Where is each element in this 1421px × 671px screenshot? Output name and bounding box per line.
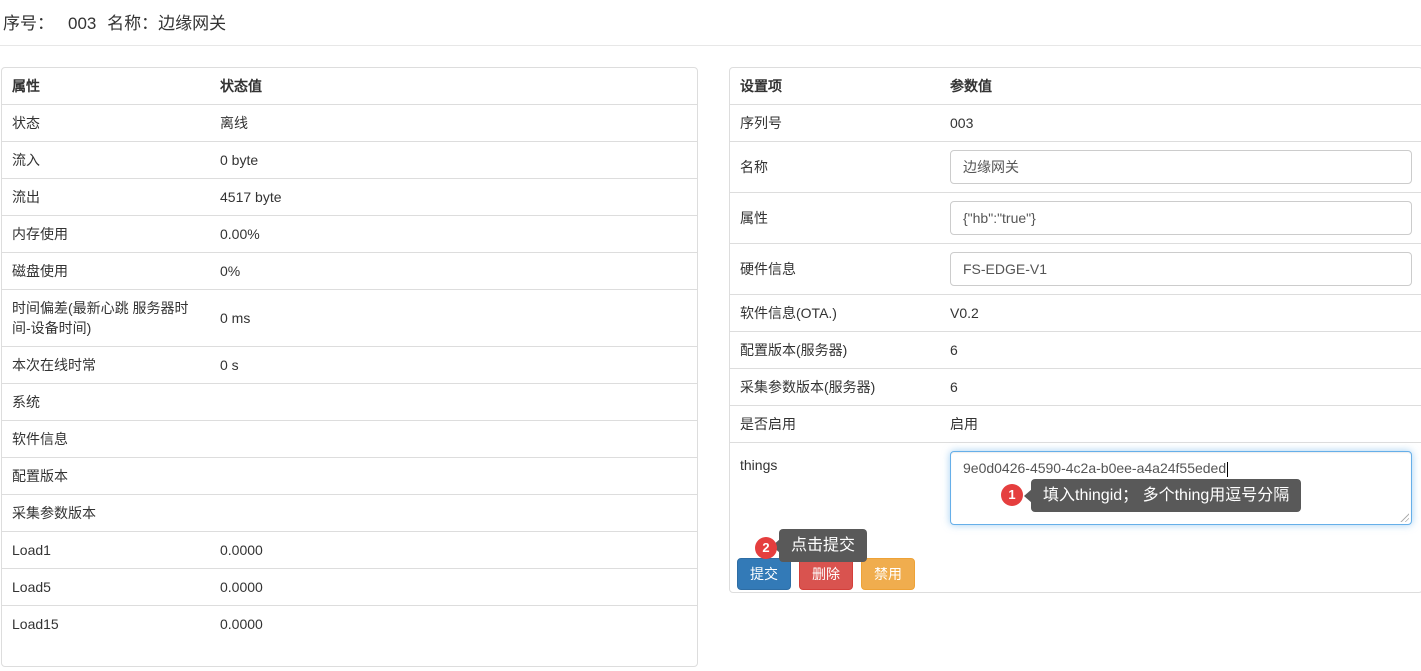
status-row-time-offset: 时间偏差(最新心跳 服务器时间-设备时间)0 ms <box>2 290 697 347</box>
status-row-state: 状态离线 <box>2 105 697 142</box>
delete-button[interactable]: 删除 <box>799 558 853 590</box>
row-label: 配置版本 <box>2 458 210 495</box>
row-label: 软件信息 <box>2 421 210 458</box>
status-row-load5: Load50.0000 <box>2 569 697 606</box>
row-value: 0 byte <box>210 142 697 179</box>
step-2-tooltip: 点击提交 <box>779 529 867 562</box>
row-label: 磁盘使用 <box>2 253 210 290</box>
status-row-software: 软件信息 <box>2 421 697 458</box>
serial-value: 003 <box>68 14 96 33</box>
status-panel: 属性 状态值 状态离线 流入0 byte 流出4517 byte 内存使用0.0… <box>1 67 698 667</box>
row-value: 0% <box>210 253 697 290</box>
status-table-header: 属性 状态值 <box>2 68 697 105</box>
row-value: 4517 byte <box>210 179 697 216</box>
row-label: 属性 <box>730 193 940 244</box>
row-label: 流出 <box>2 179 210 216</box>
step-2-badge: 2 <box>755 537 777 559</box>
status-row-online-duration: 本次在线时常0 s <box>2 347 697 384</box>
attributes-input[interactable] <box>950 201 1412 235</box>
status-row-disk: 磁盘使用0% <box>2 253 697 290</box>
row-label: things <box>730 443 940 534</box>
row-value: 0.0000 <box>210 569 697 606</box>
row-value: 0.0000 <box>210 532 697 569</box>
status-row-collect-version: 采集参数版本 <box>2 495 697 532</box>
row-label: 采集参数版本 <box>2 495 210 532</box>
name-label: 名称： <box>107 14 158 33</box>
row-label: 流入 <box>2 142 210 179</box>
name-input[interactable] <box>950 150 1412 184</box>
row-value: 6 <box>940 332 1421 369</box>
status-col-attribute: 属性 <box>2 68 210 105</box>
row-label: 系统 <box>2 384 210 421</box>
row-label: Load15 <box>2 606 210 643</box>
row-value: 0.00% <box>210 216 697 253</box>
status-row-outflow: 流出4517 byte <box>2 179 697 216</box>
row-label: 状态 <box>2 105 210 142</box>
page-title: 序号： 003 名称：边缘网关 <box>0 0 1421 46</box>
settings-row-serial: 序列号 003 <box>730 105 1421 142</box>
row-label: 内存使用 <box>2 216 210 253</box>
row-label: 采集参数版本(服务器) <box>730 369 940 406</box>
status-row-load1: Load10.0000 <box>2 532 697 569</box>
settings-row-config-version: 配置版本(服务器) 6 <box>730 332 1421 369</box>
row-value: V0.2 <box>940 295 1421 332</box>
row-value: 0 s <box>210 347 697 384</box>
serial-label: 序号： <box>3 14 54 33</box>
settings-col-item: 设置项 <box>730 68 940 105</box>
settings-row-enabled: 是否启用 启用 <box>730 406 1421 443</box>
row-label: 软件信息(OTA.) <box>730 295 940 332</box>
text-caret <box>1227 462 1228 477</box>
row-value: 6 <box>940 369 1421 406</box>
step-1-badge: 1 <box>1001 484 1023 506</box>
settings-panel: 设置项 参数值 序列号 003 名称 属性 硬件信息 软件信息(OTA.) <box>729 67 1421 593</box>
hardware-input[interactable] <box>950 252 1412 286</box>
settings-col-value: 参数值 <box>940 68 1421 105</box>
settings-table: 设置项 参数值 序列号 003 名称 属性 硬件信息 软件信息(OTA.) <box>730 68 1421 533</box>
row-label: 硬件信息 <box>730 244 940 295</box>
row-label: 配置版本(服务器) <box>730 332 940 369</box>
settings-row-collect-version: 采集参数版本(服务器) 6 <box>730 369 1421 406</box>
status-table: 属性 状态值 状态离线 流入0 byte 流出4517 byte 内存使用0.0… <box>2 68 697 642</box>
row-label: 是否启用 <box>730 406 940 443</box>
row-value <box>210 458 697 495</box>
status-row-config-version: 配置版本 <box>2 458 697 495</box>
row-label: 名称 <box>730 142 940 193</box>
row-label: Load5 <box>2 569 210 606</box>
row-label: 时间偏差(最新心跳 服务器时间-设备时间) <box>2 290 210 347</box>
status-row-system: 系统 <box>2 384 697 421</box>
settings-table-header: 设置项 参数值 <box>730 68 1421 105</box>
resize-handle-icon[interactable] <box>1399 512 1409 522</box>
submit-button[interactable]: 提交 <box>737 558 791 590</box>
row-value <box>210 384 697 421</box>
status-row-memory: 内存使用0.00% <box>2 216 697 253</box>
name-value: 边缘网关 <box>158 14 226 33</box>
settings-row-name: 名称 <box>730 142 1421 193</box>
disable-button[interactable]: 禁用 <box>861 558 915 590</box>
settings-row-software-ota: 软件信息(OTA.) V0.2 <box>730 295 1421 332</box>
status-row-inflow: 流入0 byte <box>2 142 697 179</box>
status-col-value: 状态值 <box>210 68 697 105</box>
row-value: 0.0000 <box>210 606 697 643</box>
row-value: 离线 <box>210 105 697 142</box>
row-value: 003 <box>940 105 1421 142</box>
row-label: 本次在线时常 <box>2 347 210 384</box>
row-label: 序列号 <box>730 105 940 142</box>
things-value: 9e0d0426-4590-4c2a-b0ee-a4a24f55eded <box>963 460 1226 476</box>
row-value <box>210 421 697 458</box>
row-value <box>210 495 697 532</box>
status-row-load15: Load150.0000 <box>2 606 697 643</box>
row-value: 启用 <box>940 406 1421 443</box>
settings-row-hardware: 硬件信息 <box>730 244 1421 295</box>
step-1-tooltip: 填入thingid； 多个thing用逗号分隔 <box>1031 479 1301 512</box>
row-value: 0 ms <box>210 290 697 347</box>
row-label: Load1 <box>2 532 210 569</box>
settings-row-attributes: 属性 <box>730 193 1421 244</box>
